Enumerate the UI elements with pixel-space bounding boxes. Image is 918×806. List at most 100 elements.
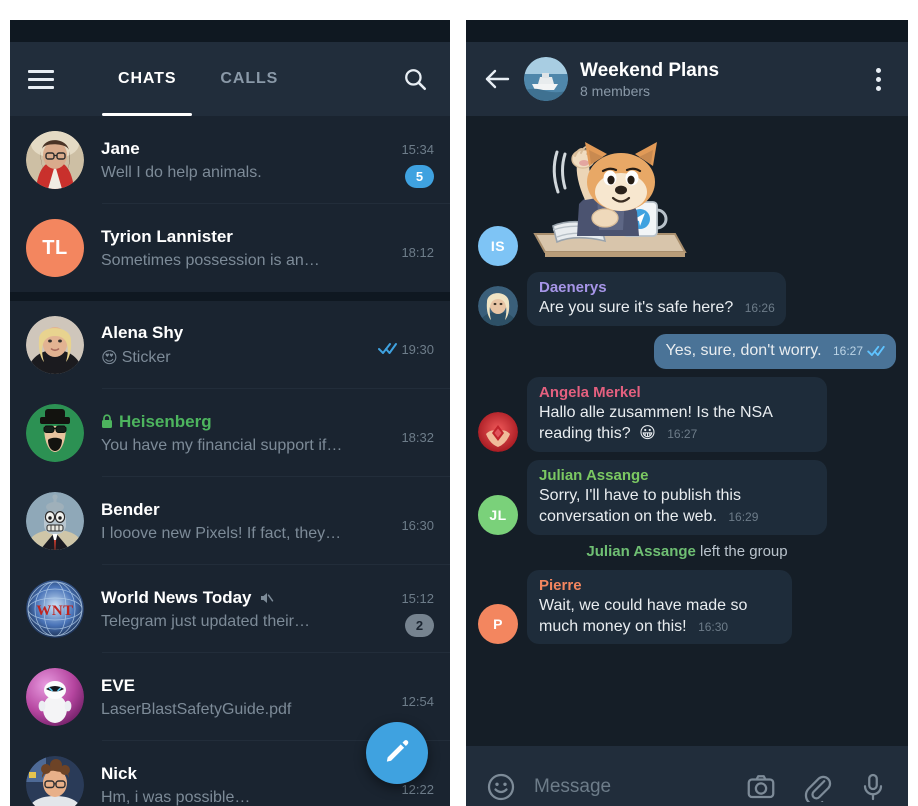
row-title-line: EVE — [101, 676, 380, 696]
row-meta: 18:12 — [390, 213, 434, 283]
row-title-line: Bender — [101, 500, 380, 520]
message-bubble: Pierre Wait, we could have made so much … — [527, 569, 792, 645]
chat-name: Tyrion Lannister — [101, 226, 233, 246]
muted-speaker-icon — [258, 590, 274, 606]
avatar: TL — [26, 219, 84, 277]
status-bar-left — [10, 20, 450, 42]
avatar-initials: P — [493, 616, 503, 633]
message-bubble: Daenerys Are you sure it's safe here? 16… — [527, 272, 786, 326]
avatar — [478, 412, 518, 453]
chat-time: 18:12 — [401, 245, 434, 260]
chat-list-item-bender[interactable]: Bender I looove new Pixels! If fact, the… — [10, 477, 450, 565]
shiba-inu-at-desk-sticker — [527, 126, 695, 266]
message-in[interactable]: Daenerys Are you sure it's safe here? 16… — [478, 272, 896, 326]
chat-time: 12:54 — [401, 694, 434, 709]
row-meta: 18:32 — [390, 398, 434, 468]
chat-list-item-world-news-today[interactable]: WNT World News Today Telegram just updat… — [10, 565, 450, 653]
chat-list-item-heisenberg[interactable]: Heisenberg You have my financial support… — [10, 389, 450, 477]
chat-preview: Telegram just updated their… — [101, 612, 310, 630]
avatar — [26, 492, 84, 550]
avatar-initials: JL — [489, 506, 507, 523]
conversation-subtitle: 8 members — [580, 82, 651, 99]
row-title-line: Alena Shy — [101, 323, 368, 343]
row-title-line: Heisenberg — [101, 412, 380, 432]
avatar — [478, 285, 518, 326]
chat-name: EVE — [101, 675, 136, 695]
message-list[interactable]: IS Daenerys Are you sure it's safe here?… — [466, 116, 908, 746]
paperclip-icon[interactable] — [800, 770, 834, 804]
tab-chats[interactable]: CHATS — [96, 42, 198, 116]
row-body: Tyrion Lannister Sometimes possession is… — [101, 227, 380, 270]
row-time-wrap: 18:32 — [401, 430, 434, 445]
service-message: Julian Assange left the group — [478, 543, 896, 560]
row-body: Nick Hm, i was possible… — [101, 764, 380, 806]
message-meta: 16:30 — [698, 620, 728, 634]
row-title-line: World News Today — [101, 588, 380, 608]
svg-text:WNT: WNT — [36, 603, 73, 619]
chat-list-item-jane[interactable]: Jane Well I do help animals. 15:34 5 — [10, 116, 450, 204]
message-bubble: Julian Assange Sorry, I'll have to publi… — [527, 460, 827, 535]
pencil-compose-icon — [383, 737, 411, 770]
compose-fab-button[interactable] — [366, 722, 428, 784]
avatar: P — [478, 604, 518, 645]
tab-calls[interactable]: CALLS — [198, 42, 300, 116]
chats-list-panel: CHATS CALLS Jane Well I do help animals.… — [10, 20, 450, 806]
unread-badge-muted: 2 — [405, 613, 434, 637]
chat-list[interactable]: Jane Well I do help animals. 15:34 5 TL — [10, 116, 450, 806]
service-action: left the group — [700, 542, 788, 560]
row-meta: 15:34 5 — [390, 125, 434, 195]
message-out[interactable]: Yes, sure, don't worry. 16:27 — [478, 333, 896, 369]
chat-time: 15:12 — [401, 590, 434, 606]
smiley-face-icon[interactable] — [484, 770, 518, 804]
avatar — [26, 316, 84, 374]
chat-time: 18:32 — [401, 430, 434, 445]
conversation-app-bar: Weekend Plans 8 members — [466, 42, 908, 116]
message-time: 16:29 — [728, 509, 759, 524]
message-sender: Angela Merkel — [539, 383, 641, 401]
hamburger-menu-icon[interactable] — [28, 69, 54, 89]
search-icon[interactable] — [398, 62, 432, 96]
message-in[interactable]: P Pierre Wait, we could have made so muc… — [478, 569, 896, 645]
message-time: 16:27 — [832, 343, 863, 358]
group-avatar[interactable] — [524, 57, 568, 101]
tab-calls-label: CALLS — [220, 70, 279, 87]
more-vertical-icon[interactable] — [864, 65, 892, 93]
message-meta: 16:26 — [745, 301, 775, 315]
lock-icon — [101, 414, 113, 429]
message-text: Yes, sure, don't worry. — [665, 341, 822, 359]
row-meta: 16:30 — [390, 486, 434, 556]
row-body: Jane Well I do help animals. — [101, 139, 380, 182]
back-arrow-icon[interactable] — [482, 64, 512, 94]
message-input[interactable]: Message — [518, 776, 736, 798]
grinning-emoji: 😀 — [639, 423, 656, 443]
avatar: WNT — [26, 580, 84, 638]
message-time: 16:30 — [698, 619, 729, 634]
avatar: JL — [478, 494, 518, 535]
preview-text: Sticker — [121, 348, 171, 366]
chat-name: Bender — [101, 499, 160, 519]
row-body: Heisenberg You have my financial support… — [101, 412, 380, 455]
message-meta: 16:27 — [833, 344, 885, 358]
unread-badge: 5 — [405, 164, 434, 188]
message-in[interactable]: JL Julian Assange Sorry, I'll have to pu… — [478, 460, 896, 535]
chat-preview: Well I do help animals. — [101, 163, 262, 181]
chat-name: Nick — [101, 763, 137, 783]
chat-list-item-alena-shy[interactable]: Alena Shy 😍 Sticker 19:30 — [10, 301, 450, 389]
composer-actions — [736, 770, 890, 804]
chat-preview: I looove new Pixels! If fact, they… — [101, 524, 342, 542]
conversation-titles: Weekend Plans 8 members — [580, 60, 852, 99]
camera-icon[interactable] — [744, 770, 778, 804]
microphone-icon[interactable] — [856, 770, 890, 804]
chat-preview: You have my financial support if… — [101, 436, 343, 454]
message-meta: 16:27 — [667, 427, 697, 441]
row-time-wrap: 16:30 — [401, 518, 434, 533]
chat-list-item-tyrion-lannister[interactable]: TL Tyrion Lannister Sometimes possession… — [10, 204, 450, 292]
row-time-wrap: 19:30 — [378, 341, 434, 359]
row-title-line: Tyrion Lannister — [101, 227, 380, 247]
row-body: EVE LaserBlastSafetyGuide.pdf — [101, 676, 380, 719]
message-in[interactable]: Angela Merkel Hallo alle zusammen! Is th… — [478, 376, 896, 453]
screenshot-root: CHATS CALLS Jane Well I do help animals.… — [0, 0, 918, 806]
conversation-title: Weekend Plans — [580, 59, 720, 81]
chat-name: Alena Shy — [101, 323, 184, 342]
message-sticker[interactable]: IS — [478, 126, 896, 266]
